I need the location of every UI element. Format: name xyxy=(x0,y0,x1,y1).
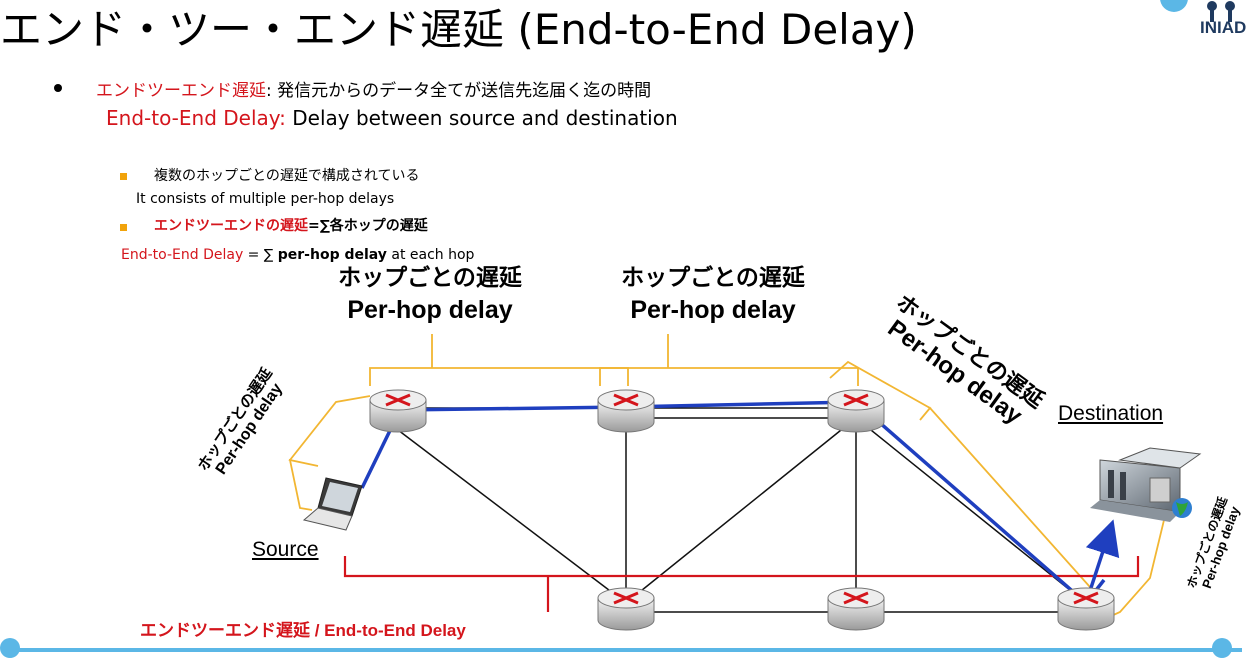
router-r5-icon xyxy=(827,587,885,631)
per-hop-braces xyxy=(288,334,1177,623)
end-to-end-brace xyxy=(343,556,1140,612)
router-r3-icon xyxy=(827,389,885,433)
footer-dot-left xyxy=(0,638,20,658)
server-icon xyxy=(1090,447,1202,522)
laptop-icon xyxy=(302,477,363,531)
end-to-end-delay-label: エンドツーエンド遅延 / End-to-End Delay xyxy=(140,621,466,640)
source-label: Source xyxy=(252,538,319,561)
router-r2-icon xyxy=(597,389,655,433)
end-to-end-path xyxy=(360,400,1120,607)
router-r6-icon xyxy=(1057,587,1115,631)
router-r4-icon xyxy=(597,587,655,631)
slide: エンド・ツー・エンド遅延 (End-to-End Delay) INIAD エン… xyxy=(0,0,1250,658)
network-links xyxy=(397,407,1087,613)
destination-label: Destination xyxy=(1058,402,1164,425)
footer-line xyxy=(8,648,1242,652)
network-diagram xyxy=(288,334,1202,631)
router-r1-icon xyxy=(369,389,427,433)
footer-dot-right xyxy=(1212,638,1232,658)
